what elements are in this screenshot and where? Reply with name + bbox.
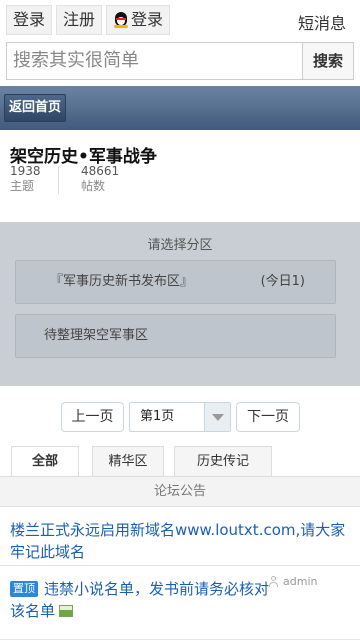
image-attachment-icon bbox=[59, 605, 74, 617]
tab-history-biography[interactable]: 历史传记 bbox=[174, 446, 272, 477]
subforum-name: 『军事历史新书发布区』 bbox=[50, 274, 194, 289]
subforum-panel: 请选择分区 『军事历史新书发布区』 (今日1) 待整理架空军事区 bbox=[0, 222, 360, 386]
prev-page-button[interactable]: 上一页 bbox=[61, 402, 124, 432]
stat-posts-label: 帖数 bbox=[81, 179, 106, 193]
messages-link[interactable]: 短消息 bbox=[298, 10, 346, 34]
qq-penguin-icon bbox=[113, 11, 129, 29]
user-icon bbox=[268, 575, 279, 588]
tab-digest[interactable]: 精华区 bbox=[92, 446, 164, 477]
thread-row[interactable]: 楼兰正式永远启用新域名www.loutxt.com,请大家牢记此域名 bbox=[0, 508, 360, 566]
subforum-today-count: (今日1) bbox=[260, 274, 305, 289]
register-button[interactable]: 注册 bbox=[56, 5, 103, 35]
pagination: 上一页 第1页 下一页 bbox=[0, 402, 360, 432]
thread-title-link[interactable]: 违禁小说名单，发书前请务必核对该名单 bbox=[10, 580, 269, 620]
author-name: admin bbox=[283, 575, 318, 588]
back-home-button[interactable]: 返回首页 bbox=[4, 94, 67, 122]
thread-title-link[interactable]: 楼兰正式永远启用新域名www.loutxt.com,请大家牢记此域名 bbox=[10, 519, 355, 563]
thread-author[interactable]: admin bbox=[268, 575, 317, 588]
announcement-heading: 论坛公告 bbox=[0, 477, 360, 507]
stat-posts: 48661 帖数 bbox=[81, 164, 119, 194]
qq-login-label: 登录 bbox=[131, 10, 164, 29]
thread-tabs: 全部 精华区 历史传记 bbox=[0, 446, 360, 477]
nav-bar: 返回首页 bbox=[0, 86, 360, 130]
search-bar: 搜索其实很简单 搜索 bbox=[0, 40, 360, 82]
login-button[interactable]: 登录 bbox=[6, 5, 53, 35]
forum-header: 架空历史•军事战争 1938 主题 48661 帖数 bbox=[0, 130, 360, 222]
top-bar: 登录 注册 登录 短消息 bbox=[0, 0, 360, 40]
qq-login-button[interactable]: 登录 bbox=[106, 5, 171, 35]
stat-threads-label: 主题 bbox=[10, 179, 35, 193]
stat-posts-value: 48661 bbox=[81, 164, 120, 178]
stat-divider bbox=[58, 166, 59, 194]
tab-all[interactable]: 全部 bbox=[11, 446, 79, 477]
thread-title-container: 置顶 违禁小说名单，发书前请务必核对该名单 bbox=[10, 578, 270, 622]
subforum-name: 待整理架空军事区 bbox=[44, 328, 149, 343]
thread-row[interactable]: 置顶 违禁小说名单，发书前请务必核对该名单 admin bbox=[0, 567, 360, 640]
subforum-item[interactable]: 『军事历史新书发布区』 (今日1) bbox=[15, 260, 336, 304]
stat-threads: 1938 主题 bbox=[10, 164, 41, 194]
next-page-button[interactable]: 下一页 bbox=[236, 402, 300, 432]
page-select[interactable]: 第1页 bbox=[129, 402, 231, 432]
page-select-toggle[interactable] bbox=[204, 403, 230, 431]
stat-threads-value: 1938 bbox=[10, 164, 41, 178]
subforum-item[interactable]: 待整理架空军事区 bbox=[15, 314, 336, 358]
search-button[interactable]: 搜索 bbox=[302, 42, 354, 80]
subforum-heading: 请选择分区 bbox=[147, 238, 213, 253]
chevron-down-icon bbox=[212, 414, 224, 421]
search-input[interactable]: 搜索其实很简单 bbox=[6, 42, 302, 80]
page-select-value: 第1页 bbox=[140, 409, 175, 424]
pinned-badge: 置顶 bbox=[10, 581, 38, 597]
